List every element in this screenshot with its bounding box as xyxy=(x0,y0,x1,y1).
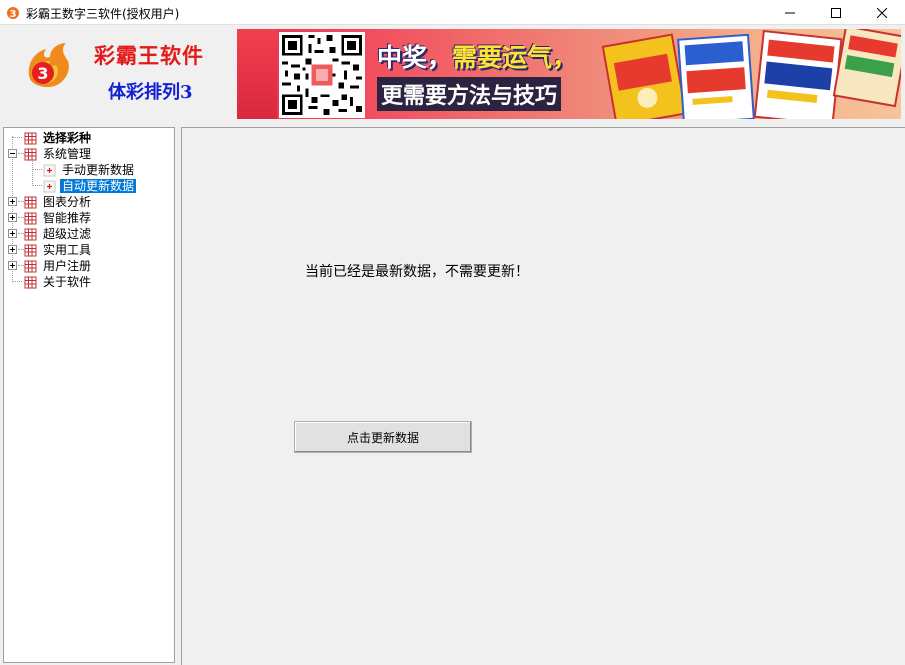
close-icon xyxy=(877,7,887,18)
tree-item-label: 超级过滤 xyxy=(43,227,92,241)
qr-code-icon xyxy=(279,32,365,118)
tree-expand-toggle[interactable] xyxy=(8,229,17,238)
tree-expand-toggle[interactable] xyxy=(8,261,17,270)
tree-item-about[interactable]: 关于软件 xyxy=(24,274,93,290)
tree-line xyxy=(32,169,42,170)
slogan-line-2: 更需要方法与技巧 xyxy=(377,77,562,111)
banner-decor xyxy=(237,29,277,119)
navigation-tree[interactable]: 选择彩种 系统管理 手动更新数据 自动更新数据 图表分析 智能推荐 超级过滤 实… xyxy=(3,127,175,663)
grid-icon xyxy=(24,276,37,288)
minimize-button[interactable] xyxy=(767,0,813,25)
maximize-button[interactable] xyxy=(813,0,859,25)
tree-item-manual-update[interactable]: 手动更新数据 xyxy=(43,162,136,178)
content-panel: 当前已经是最新数据，不需要更新！ 点击更新数据 xyxy=(181,127,905,665)
tree-line xyxy=(32,185,42,186)
tree-item-super-filter[interactable]: 超级过滤 xyxy=(24,226,93,242)
tree-item-system-management[interactable]: 系统管理 xyxy=(24,146,93,162)
tree-expand-toggle[interactable] xyxy=(8,213,17,222)
tree-item-label: 选择彩种 xyxy=(43,131,92,145)
tree-item-label: 手动更新数据 xyxy=(62,163,135,177)
tree-item-user-registration[interactable]: 用户注册 xyxy=(24,258,93,274)
document-icon xyxy=(43,164,56,176)
tree-item-label: 用户注册 xyxy=(43,259,92,273)
app-header: 3 彩霸王软件 体彩排列3 中奖，需要运气， 更需要方法与技巧 xyxy=(0,25,905,124)
tree-item-select-lottery[interactable]: 选择彩种 xyxy=(24,130,93,146)
window-title: 彩霸王数字三软件(授权用户) xyxy=(26,7,180,21)
slogan-part-a: 中奖， xyxy=(377,43,453,72)
tree-item-chart-analysis[interactable]: 图表分析 xyxy=(24,194,93,210)
svg-text:3: 3 xyxy=(37,64,48,83)
slogan-line-1: 中奖，需要运气， xyxy=(377,38,577,74)
tree-item-label: 图表分析 xyxy=(43,195,92,209)
tree-collapse-toggle[interactable] xyxy=(8,149,17,158)
panel-splitter[interactable] xyxy=(176,127,180,665)
app-window: 3 彩霸王数字三软件(授权用户) 3 彩霸王软件 体彩排列3 中奖，需要运气， … xyxy=(0,0,905,665)
grid-icon xyxy=(24,228,37,240)
brand-name: 彩霸王软件 xyxy=(94,43,204,68)
grid-icon xyxy=(24,148,37,160)
grid-icon xyxy=(24,212,37,224)
grid-icon xyxy=(24,244,37,256)
slogan-part-b: 需要运气， xyxy=(452,43,578,72)
document-icon xyxy=(43,180,56,192)
tree-item-auto-update[interactable]: 自动更新数据 xyxy=(43,178,137,194)
ad-banner[interactable]: 中奖，需要运气， 更需要方法与技巧 xyxy=(237,29,901,119)
tree-item-label: 自动更新数据 xyxy=(60,179,137,193)
maximize-icon xyxy=(831,7,841,18)
grid-icon xyxy=(24,260,37,272)
banner-slogan: 中奖，需要运气， 更需要方法与技巧 xyxy=(369,32,594,116)
brand-logo-icon: 3 xyxy=(28,43,69,87)
tree-item-label: 智能推荐 xyxy=(43,211,92,225)
book-covers-image xyxy=(601,29,901,119)
tree-item-label: 实用工具 xyxy=(43,243,92,257)
tree-line xyxy=(12,281,22,282)
tree-line xyxy=(12,137,22,138)
app-logo-icon: 3 xyxy=(7,7,19,20)
tree-item-smart-recommend[interactable]: 智能推荐 xyxy=(24,210,93,226)
grid-icon xyxy=(24,132,37,144)
title-bar[interactable]: 3 彩霸王数字三软件(授权用户) xyxy=(0,0,905,25)
minimize-icon xyxy=(785,12,795,13)
tree-item-utilities[interactable]: 实用工具 xyxy=(24,242,93,258)
tree-item-label: 关于软件 xyxy=(43,275,92,289)
tree-expand-toggle[interactable] xyxy=(8,245,17,254)
close-button[interactable] xyxy=(859,0,905,25)
tree-expand-toggle[interactable] xyxy=(8,197,17,206)
tree-item-label: 系统管理 xyxy=(43,147,92,161)
grid-icon xyxy=(24,196,37,208)
status-message: 当前已经是最新数据，不需要更新！ xyxy=(305,264,529,280)
product-name: 体彩排列3 xyxy=(108,82,193,103)
svg-text:3: 3 xyxy=(10,9,17,20)
update-data-button[interactable]: 点击更新数据 xyxy=(294,421,472,453)
